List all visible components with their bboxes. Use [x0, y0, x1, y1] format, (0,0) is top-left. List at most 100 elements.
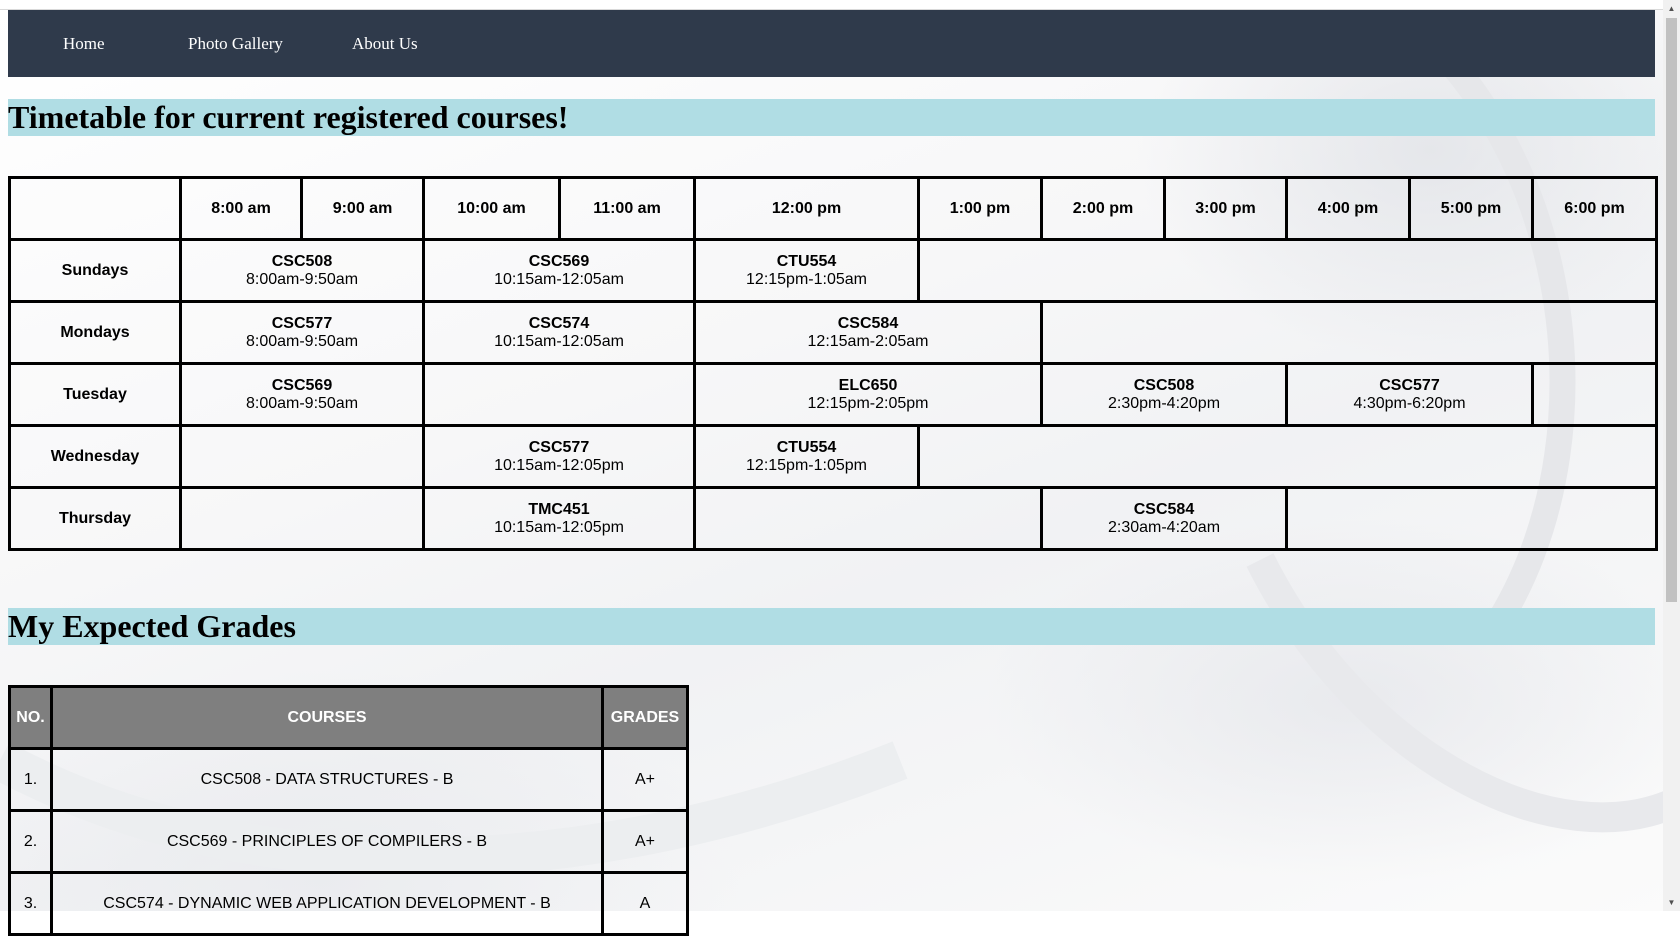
grades-table: NO. COURSES GRADES 1. CSC508 - DATA STRU…: [8, 685, 689, 936]
course-code: CSC577: [528, 438, 590, 456]
timetable-corner-cell: [8, 176, 182, 241]
time-header: 2:00 pm: [1040, 176, 1166, 241]
class-time: 12:15pm-1:05pm: [746, 456, 867, 474]
nav-link-photo-gallery[interactable]: Photo Gallery: [188, 10, 283, 77]
page: Home Photo Gallery About Us Timetable fo…: [0, 0, 1680, 936]
empty-slot: [1040, 300, 1658, 365]
class-time: 8:00am-9:50am: [245, 270, 359, 288]
class-time: 12:15am-2:05am: [807, 332, 929, 350]
row-number: 3.: [8, 871, 53, 936]
class-time: 8:00am-9:50am: [245, 332, 359, 350]
time-header: 3:00 pm: [1163, 176, 1288, 241]
day-label: Thursday: [8, 486, 182, 551]
class-slot: TMC451 10:15am-12:05pm: [422, 486, 696, 551]
day-label: Sundays: [8, 238, 182, 303]
empty-slot: [179, 424, 425, 489]
grades-title: My Expected Grades: [8, 608, 1655, 645]
class-time: 10:15am-12:05am: [494, 332, 624, 350]
time-header: 4:00 pm: [1285, 176, 1411, 241]
empty-slot: [1285, 486, 1658, 551]
timetable-row-wednesday: Wednesday CSC577 10:15am-12:05pm CTU554 …: [8, 424, 1658, 489]
course-code: CSC508: [271, 252, 333, 270]
class-slot: CSC569 8:00am-9:50am: [179, 362, 425, 427]
course-code: CSC584: [837, 314, 899, 332]
course-code: ELC650: [838, 376, 898, 394]
class-slot: CTU554 12:15pm-1:05am: [693, 238, 920, 303]
course-code: CSC569: [528, 252, 590, 270]
course-code: CTU554: [776, 438, 837, 456]
class-time: 10:15am-12:05am: [494, 270, 624, 288]
timetable-row-tuesday: Tuesday CSC569 8:00am-9:50am ELC650 12:1…: [8, 362, 1658, 427]
scrollbar-thumb[interactable]: [1666, 18, 1677, 602]
table-row: 2. CSC569 - PRINCIPLES OF COMPILERS - B …: [8, 809, 689, 874]
time-header: 11:00 am: [558, 176, 696, 241]
day-label: Mondays: [8, 300, 182, 365]
class-time: 8:00am-9:50am: [245, 394, 359, 412]
nav-link-home[interactable]: Home: [63, 10, 105, 77]
course-code: CTU554: [776, 252, 837, 270]
class-time: 2:30am-4:20am: [1107, 518, 1221, 536]
time-header: 12:00 pm: [693, 176, 920, 241]
vertical-scrollbar[interactable]: ▲ ▼: [1663, 0, 1680, 911]
grade-value: A+: [601, 809, 689, 874]
time-header: 10:00 am: [422, 176, 561, 241]
empty-slot: [917, 424, 1658, 489]
class-slot: CSC569 10:15am-12:05am: [422, 238, 696, 303]
class-time: 4:30pm-6:20pm: [1353, 394, 1466, 412]
time-header: 6:00 pm: [1531, 176, 1658, 241]
course-name: CSC574 - DYNAMIC WEB APPLICATION DEVELOP…: [50, 871, 604, 936]
table-row: 1. CSC508 - DATA STRUCTURES - B A+: [8, 747, 689, 812]
day-label: Wednesday: [8, 424, 182, 489]
class-slot: CSC577 8:00am-9:50am: [179, 300, 425, 365]
class-time: 10:15am-12:05pm: [494, 456, 624, 474]
empty-slot: [1531, 362, 1658, 427]
class-slot: CSC577 10:15am-12:05pm: [422, 424, 696, 489]
timetable-row-sundays: Sundays CSC508 8:00am-9:50am CSC569 10:1…: [8, 238, 1658, 303]
timetable-row-thursday: Thursday TMC451 10:15am-12:05pm CSC584 2…: [8, 486, 1658, 551]
course-code: CSC569: [271, 376, 333, 394]
row-number: 1.: [8, 747, 53, 812]
class-time: 10:15am-12:05pm: [494, 518, 624, 536]
empty-slot: [917, 238, 1658, 303]
course-code: CSC584: [1133, 500, 1195, 518]
grade-value: A+: [601, 747, 689, 812]
class-time: 2:30pm-4:20pm: [1107, 394, 1221, 412]
table-row: 3. CSC574 - DYNAMIC WEB APPLICATION DEVE…: [8, 871, 689, 936]
triangle-up-icon[interactable]: ▲: [1663, 0, 1680, 17]
row-number: 2.: [8, 809, 53, 874]
class-slot: ELC650 12:15pm-2:05pm: [693, 362, 1043, 427]
triangle-down-icon[interactable]: ▼: [1663, 894, 1680, 911]
timetable: 8:00 am 9:00 am 10:00 am 11:00 am 12:00 …: [8, 176, 1658, 551]
time-header: 9:00 am: [300, 176, 425, 241]
time-header: 5:00 pm: [1408, 176, 1534, 241]
course-code: CSC577: [1379, 376, 1440, 394]
class-time: 12:15pm-2:05pm: [807, 394, 929, 412]
grades-header-row: NO. COURSES GRADES: [8, 685, 689, 750]
class-slot: CSC574 10:15am-12:05am: [422, 300, 696, 365]
course-name: CSC569 - PRINCIPLES OF COMPILERS - B: [50, 809, 604, 874]
class-slot: CSC508 8:00am-9:50am: [179, 238, 425, 303]
timetable-row-mondays: Mondays CSC577 8:00am-9:50am CSC574 10:1…: [8, 300, 1658, 365]
course-name: CSC508 - DATA STRUCTURES - B: [50, 747, 604, 812]
nav-link-about-us[interactable]: About Us: [352, 10, 418, 77]
time-header: 8:00 am: [179, 176, 303, 241]
course-code: TMC451: [528, 500, 590, 518]
class-slot: CSC584 12:15am-2:05am: [693, 300, 1043, 365]
grade-value: A: [601, 871, 689, 936]
class-slot: CSC577 4:30pm-6:20pm: [1285, 362, 1534, 427]
class-slot: CSC508 2:30pm-4:20pm: [1040, 362, 1288, 427]
top-edge: [0, 0, 1680, 10]
empty-slot: [422, 362, 696, 427]
empty-slot: [179, 486, 425, 551]
class-slot: CTU554 12:15pm-1:05pm: [693, 424, 920, 489]
class-slot: CSC584 2:30am-4:20am: [1040, 486, 1288, 551]
empty-slot: [693, 486, 1043, 551]
grades-header-courses: COURSES: [50, 685, 604, 750]
timetable-header-row: 8:00 am 9:00 am 10:00 am 11:00 am 12:00 …: [8, 176, 1658, 241]
navbar: Home Photo Gallery About Us: [8, 10, 1655, 77]
grades-header-grades: GRADES: [601, 685, 689, 750]
time-header: 1:00 pm: [917, 176, 1043, 241]
day-label: Tuesday: [8, 362, 182, 427]
timetable-title: Timetable for current registered courses…: [8, 99, 1655, 136]
course-code: CSC577: [271, 314, 333, 332]
